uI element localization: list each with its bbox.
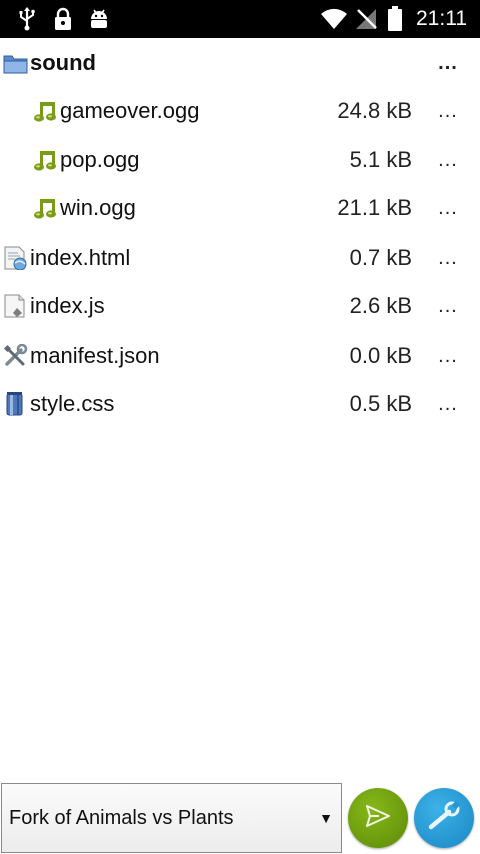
wrench-icon — [427, 800, 461, 836]
project-select-value: Fork of Animals vs Plants — [9, 807, 234, 829]
list-item[interactable]: win.ogg 21.1 kB ... — [0, 184, 480, 232]
file-name: gameover.ogg — [60, 98, 200, 123]
script-file-icon — [3, 294, 27, 318]
item-menu-button[interactable]: ... — [432, 234, 464, 282]
list-item[interactable]: manifest.json 0.0 kB ... — [0, 332, 480, 380]
music-note-icon — [33, 196, 57, 220]
css-file-icon — [3, 392, 27, 416]
no-signal-icon — [354, 6, 378, 32]
list-item[interactable]: index.js 2.6 kB ... — [0, 282, 480, 330]
status-bar: 21:11 — [0, 0, 480, 38]
music-note-icon — [33, 99, 57, 123]
html-file-icon — [3, 246, 27, 271]
file-size: 0.5 kB — [349, 391, 412, 416]
folder-icon — [3, 51, 28, 75]
file-size: 0.0 kB — [349, 343, 412, 368]
item-menu-button[interactable]: ... — [432, 136, 464, 184]
tools-icon — [3, 343, 28, 368]
battery-icon — [386, 6, 404, 32]
clock: 21:11 — [416, 7, 467, 30]
file-name: manifest.json — [30, 343, 160, 368]
file-size: 24.8 kB — [337, 98, 412, 123]
file-name: index.html — [30, 245, 131, 270]
music-note-icon — [33, 148, 57, 172]
list-item[interactable]: style.css 0.5 kB ... — [0, 380, 480, 428]
item-menu-button[interactable]: ... — [432, 380, 464, 428]
android-icon — [88, 6, 110, 32]
file-name: index.js — [30, 293, 105, 318]
wifi-icon — [320, 6, 348, 32]
file-name: sound — [30, 50, 96, 75]
item-menu-button[interactable]: ... — [432, 282, 464, 330]
file-size: 5.1 kB — [349, 147, 412, 172]
lock-icon — [52, 6, 74, 32]
bottom-toolbar: Fork of Animals vs Plants ▼ — [0, 780, 480, 854]
file-name: pop.ogg — [60, 147, 140, 172]
file-size: 0.7 kB — [349, 245, 412, 270]
list-item[interactable]: gameover.ogg 24.8 kB ... — [0, 87, 480, 135]
file-size: 21.1 kB — [337, 195, 412, 220]
item-menu-button[interactable]: ... — [432, 184, 464, 232]
project-select[interactable]: Fork of Animals vs Plants ▼ — [1, 783, 342, 853]
item-menu-button[interactable]: ... — [432, 39, 464, 87]
file-name: win.ogg — [60, 195, 136, 220]
send-button[interactable] — [348, 788, 408, 848]
send-icon — [365, 804, 391, 833]
list-item[interactable]: sound ... — [0, 39, 480, 87]
list-item[interactable]: pop.ogg 5.1 kB ... — [0, 136, 480, 184]
usb-icon — [16, 6, 38, 32]
item-menu-button[interactable]: ... — [432, 332, 464, 380]
file-size: 2.6 kB — [349, 293, 412, 318]
chevron-down-icon: ▼ — [319, 810, 333, 826]
item-menu-button[interactable]: ... — [432, 87, 464, 135]
settings-button[interactable] — [414, 788, 474, 848]
file-name: style.css — [30, 391, 115, 416]
list-item[interactable]: index.html 0.7 kB ... — [0, 234, 480, 282]
